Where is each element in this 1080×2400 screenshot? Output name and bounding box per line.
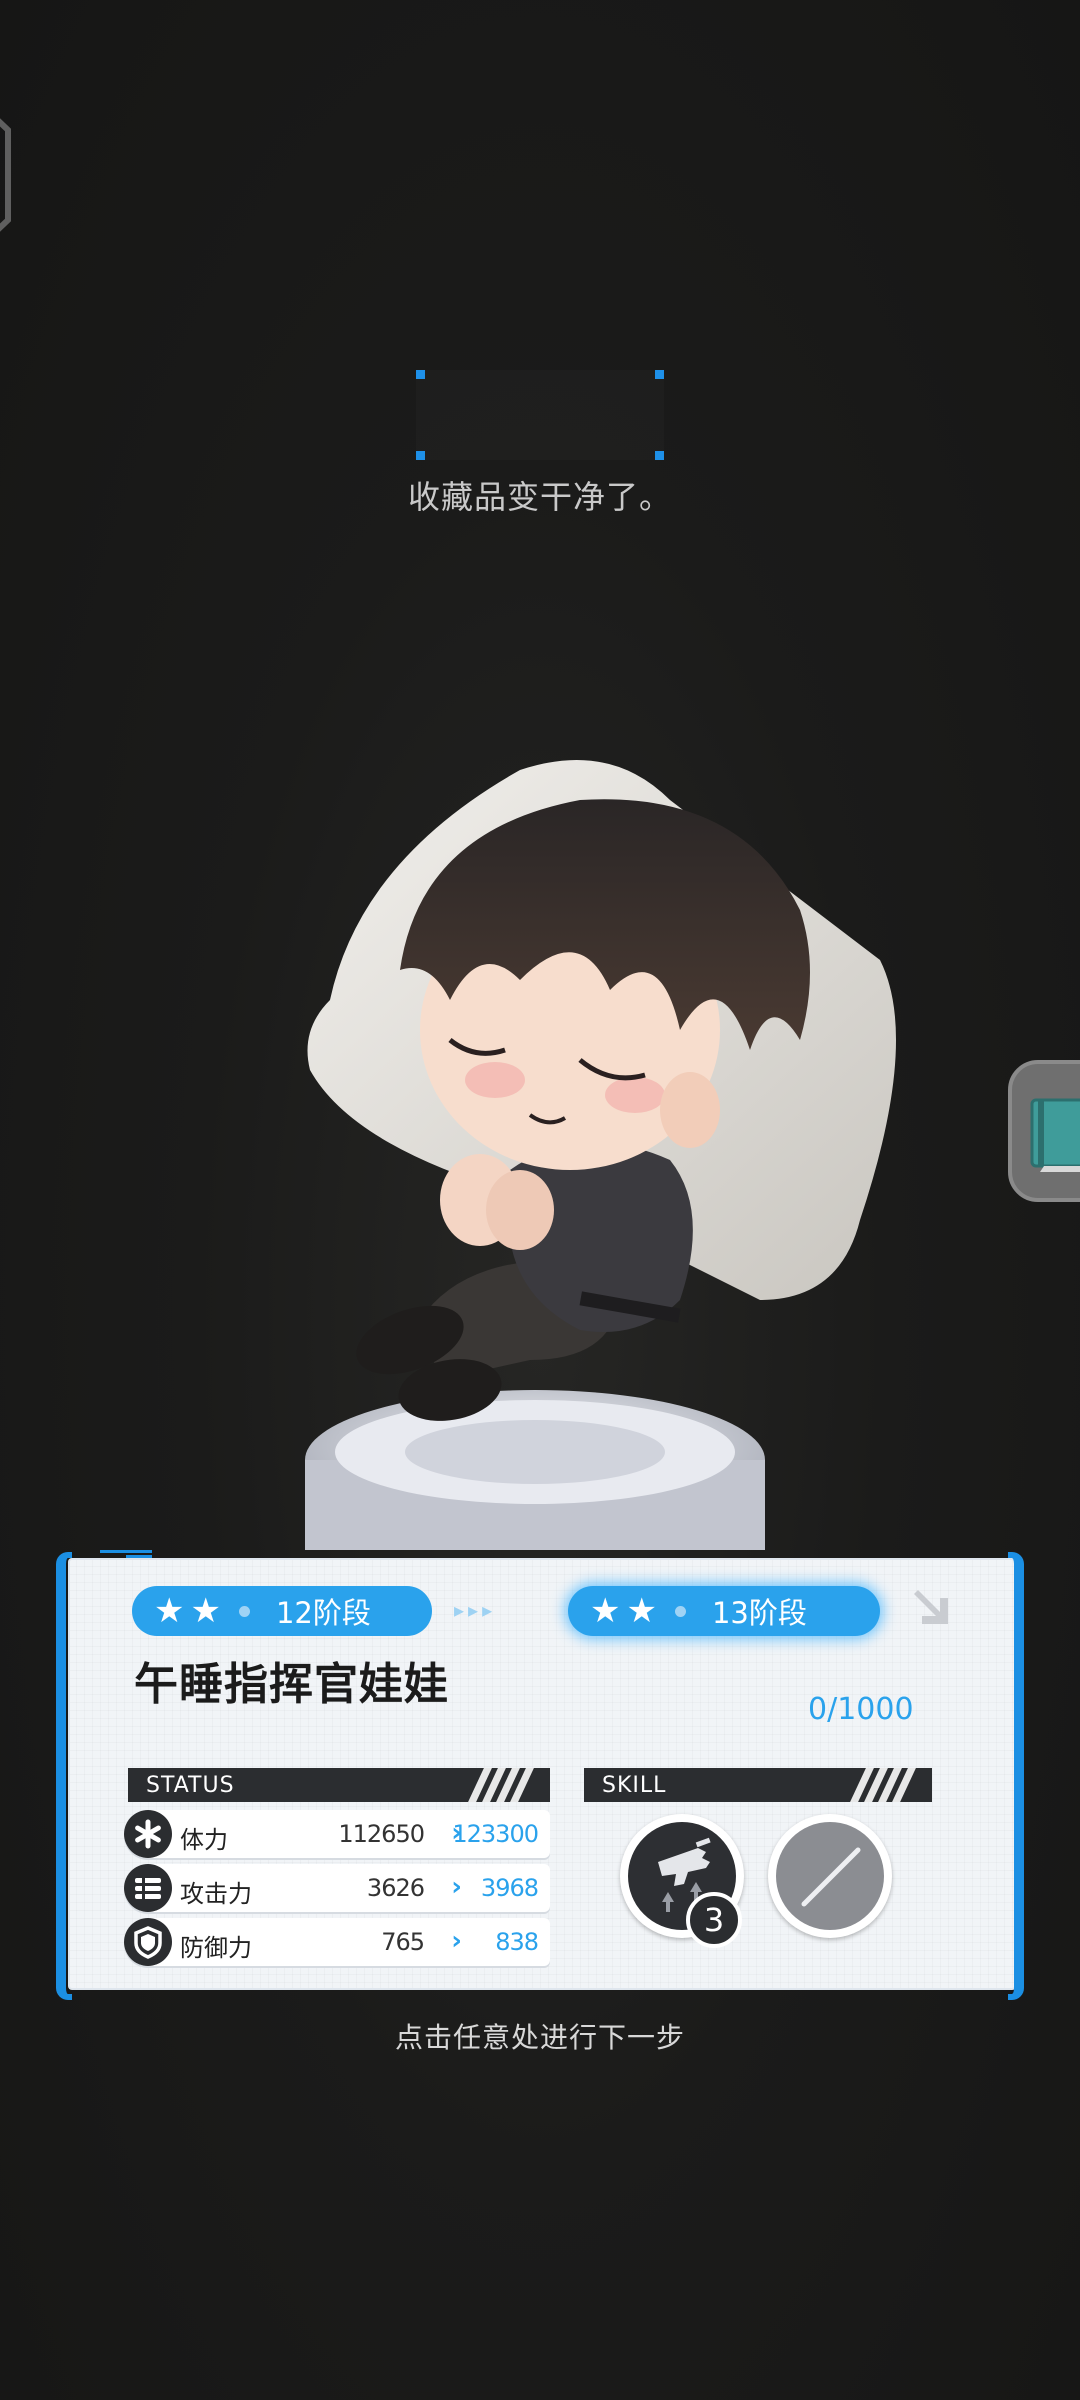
star-icon: ★ [154,1591,185,1631]
stat-current-value: 112650 [338,1820,425,1848]
stat-label: 体力 [180,1826,228,1854]
napping-commander-doll-figure [305,760,896,1550]
collectible-title: 午睡指挥官娃娃 [134,1659,449,1710]
stat-row-attack: 攻击力 3626 › 3968 [124,1864,550,1912]
next-stage-label: 13阶段 [711,1596,807,1630]
skill-level-badge: 3 [686,1892,742,1948]
shield-icon [124,1918,172,1966]
next-stage-pill: ★ ★ 13阶段 [568,1586,880,1636]
current-stage-label: 12阶段 [275,1596,371,1630]
expand-arrow-icon[interactable] [910,1580,962,1632]
status-header: STATUS [128,1768,550,1802]
star-icon: ★ [590,1591,621,1631]
screen[interactable]: 收藏品变干净了。 ★ ★ 12阶段 ▸▸▸ ★ ★ 13阶段 午睡指挥官娃娃 0… [0,0,1080,2400]
stat-current-value: 765 [381,1928,425,1956]
message-frame [416,370,664,460]
skill-header: SKILL [584,1768,932,1802]
stat-label: 攻击力 [180,1880,252,1908]
cleaning-progress: 0/1000 [808,1692,914,1727]
star-icon: ★ [626,1591,657,1631]
current-stage-pill: ★ ★ 12阶段 [132,1586,432,1636]
stat-arrow: › [451,1872,462,1902]
stat-current-value: 3626 [366,1874,425,1902]
card-tab-marks [100,1548,156,1560]
stat-next-value: 3968 [480,1874,539,1902]
tap-to-continue-hint: 点击任意处进行下一步 [394,2021,685,2054]
asterisk-icon [124,1810,172,1858]
star-icon: ★ [190,1591,221,1631]
hexagon-frame-icon [0,118,11,232]
stat-row-hp: 体力 112650 › 123300 [124,1810,550,1858]
stat-arrow: › [451,1926,462,1956]
stat-label: 防御力 [180,1934,252,1962]
stat-next-value: 123300 [452,1820,539,1848]
book-icon [1030,1098,1080,1172]
empty-slot-icon [801,1847,861,1907]
collection-book-button[interactable] [1008,1060,1080,1202]
stat-next-value: 838 [495,1928,539,1956]
stat-row-defense: 防御力 765 › 838 [124,1918,550,1966]
attack-icon [124,1864,172,1912]
card-frame-right [1008,1552,1024,2000]
card-frame-left [56,1552,72,2000]
skill-slot-2[interactable] [768,1814,892,1938]
progression-arrows-icon: ▸▸▸ [454,1598,497,1622]
result-message: 收藏品变干净了。 [407,478,672,516]
